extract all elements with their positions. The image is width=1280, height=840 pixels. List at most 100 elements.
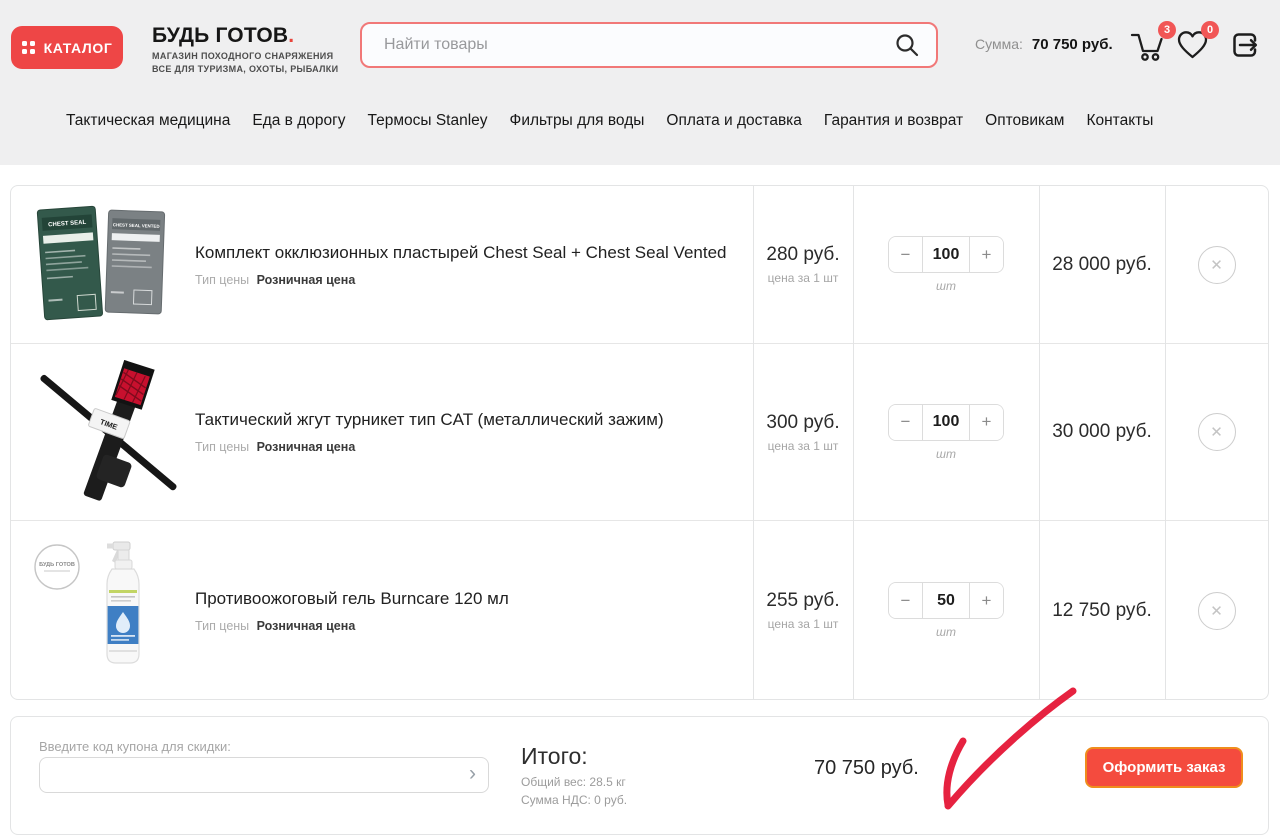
store-logo: БУДЬ ГОТОВ. МАГАЗИН ПОХОДНОГО СНАРЯЖЕНИЯ… [152, 24, 338, 74]
main-nav: Тактическая медицина Еда в дорогу Термос… [66, 112, 1153, 130]
login-button[interactable] [1229, 29, 1261, 64]
nav-item-contacts[interactable]: Контакты [1086, 112, 1153, 130]
site-header: КАТАЛОГ БУДЬ ГОТОВ. МАГАЗИН ПОХОДНОГО СН… [0, 0, 1280, 165]
nav-item-warranty[interactable]: Гарантия и возврат [824, 112, 963, 130]
product-image-burncare: БУДЬ ГОТОВ [29, 538, 179, 683]
store-name: БУДЬ ГОТОВ. [152, 24, 338, 48]
coupon-input[interactable] [40, 767, 469, 783]
unit-price-note: цена за 1 шт [753, 617, 853, 631]
quantity-unit: шт [936, 447, 956, 461]
product-title[interactable]: Тактический жгут турникет тип CAT (метал… [195, 410, 664, 430]
coupon-label: Введите код купона для скидки: [39, 739, 231, 754]
increase-qty-button[interactable]: + [970, 405, 1003, 440]
cart-row-chest-seal: CHEST SEAL CHEST SEAL VENTED [11, 186, 1268, 344]
product-cell: БУДЬ ГОТОВ [11, 538, 753, 683]
nav-item-thermos[interactable]: Термосы Stanley [368, 112, 488, 130]
quantity-input[interactable] [922, 237, 970, 272]
price-type-value: Розничная цена [257, 619, 356, 633]
unit-price-cell: 280 руб. цена за 1 шт [753, 244, 853, 285]
remove-cell: ✕ [1165, 592, 1268, 630]
row-total: 30 000 руб. [1039, 421, 1165, 443]
grid-menu-icon [22, 41, 35, 54]
price-type-label: Тип цены [195, 273, 249, 287]
sum-value: 70 750 руб. [1032, 36, 1113, 53]
unit-price-cell: 255 руб. цена за 1 шт [753, 590, 853, 631]
column-divider [753, 186, 754, 699]
checkout-button[interactable]: Оформить заказ [1085, 747, 1243, 788]
sum-label: Сумма: [975, 36, 1023, 52]
remove-item-button[interactable]: ✕ [1198, 246, 1236, 284]
product-info: Тактический жгут турникет тип CAT (метал… [195, 410, 664, 454]
quantity-unit: шт [936, 625, 956, 639]
product-cell: TIME Тактический жгут турникет тип CAT (… [11, 360, 753, 505]
store-tagline-1: МАГАЗИН ПОХОДНОГО СНАРЯЖЕНИЯ [152, 51, 338, 61]
cart-button[interactable]: 3 [1130, 29, 1166, 66]
catalog-button[interactable]: КАТАЛОГ [11, 26, 123, 69]
grand-total: 70 750 руб. [814, 757, 919, 780]
decrease-qty-button[interactable]: − [889, 405, 922, 440]
product-image-cat-tourniquet: TIME [29, 360, 179, 505]
product-info: Противоожоговый гель Burncare 120 мл Тип… [195, 589, 509, 633]
nav-item-food[interactable]: Еда в дорогу [252, 112, 345, 130]
product-info: Комплект окклюзионных пластырей Chest Se… [195, 243, 726, 287]
cart-footer: Введите код купона для скидки: › Итого: … [10, 716, 1269, 835]
unit-price: 255 руб. [753, 590, 853, 612]
coupon-submit-button[interactable]: › [469, 763, 488, 787]
quantity-cell: − + шт [853, 404, 1039, 461]
quantity-cell: − + шт [853, 236, 1039, 293]
product-cell: CHEST SEAL CHEST SEAL VENTED [11, 200, 753, 330]
quantity-input[interactable] [922, 583, 970, 618]
decrease-qty-button[interactable]: − [889, 237, 922, 272]
price-type-line: Тип цены Розничная цена [195, 273, 726, 287]
decrease-qty-button[interactable]: − [889, 583, 922, 618]
store-tagline-2: ВСЕ ДЛЯ ТУРИЗМА, ОХОТЫ, РЫБАЛКИ [152, 64, 338, 74]
cart-row-burncare: БУДЬ ГОТОВ [11, 521, 1268, 700]
logo-dot: . [288, 24, 294, 47]
totals-block: Итого: Общий вес: 28.5 кг Сумма НДС: 0 р… [521, 743, 627, 809]
remove-item-button[interactable]: ✕ [1198, 592, 1236, 630]
quantity-stepper: − + [888, 404, 1004, 441]
product-title[interactable]: Противоожоговый гель Burncare 120 мл [195, 589, 509, 609]
remove-cell: ✕ [1165, 246, 1268, 284]
row-total: 28 000 руб. [1039, 254, 1165, 276]
price-type-line: Тип цены Розничная цена [195, 440, 664, 454]
cart-table: CHEST SEAL CHEST SEAL VENTED [10, 185, 1269, 700]
quantity-stepper: − + [888, 236, 1004, 273]
price-type-label: Тип цены [195, 619, 249, 633]
search-input[interactable] [382, 35, 892, 55]
search-button[interactable] [892, 30, 922, 60]
search-icon [894, 32, 920, 58]
quantity-stepper: − + [888, 582, 1004, 619]
remove-cell: ✕ [1165, 413, 1268, 451]
nav-item-payment-delivery[interactable]: Оплата и доставка [666, 112, 802, 130]
remove-item-button[interactable]: ✕ [1198, 413, 1236, 451]
nav-item-water-filters[interactable]: Фильтры для воды [510, 112, 645, 130]
cart-count-badge: 3 [1158, 21, 1176, 39]
price-type-label: Тип цены [195, 440, 249, 454]
unit-price-note: цена за 1 шт [753, 439, 853, 453]
price-type-value: Розничная цена [257, 440, 356, 454]
column-divider [1165, 186, 1166, 699]
unit-price-note: цена за 1 шт [753, 271, 853, 285]
quantity-unit: шт [936, 279, 956, 293]
favorites-button[interactable]: 0 [1176, 29, 1209, 64]
increase-qty-button[interactable]: + [970, 583, 1003, 618]
cart-summary: Сумма: 70 750 руб. [975, 36, 1113, 53]
total-weight: Общий вес: 28.5 кг [521, 774, 627, 791]
row-total: 12 750 руб. [1039, 600, 1165, 622]
catalog-button-label: КАТАЛОГ [44, 40, 113, 56]
quantity-input[interactable] [922, 405, 970, 440]
nav-item-tactical-medicine[interactable]: Тактическая медицина [66, 112, 230, 130]
unit-price: 300 руб. [753, 412, 853, 434]
nav-item-wholesale[interactable]: Оптовикам [985, 112, 1064, 130]
increase-qty-button[interactable]: + [970, 237, 1003, 272]
column-divider [853, 186, 854, 699]
login-icon [1229, 29, 1261, 61]
product-title[interactable]: Комплект окклюзионных пластырей Chest Se… [195, 243, 726, 263]
price-type-value: Розничная цена [257, 273, 356, 287]
quantity-cell: − + шт [853, 582, 1039, 639]
watermark-badge-label: БУДЬ ГОТОВ [39, 562, 75, 568]
column-divider [1039, 186, 1040, 699]
unit-price-cell: 300 руб. цена за 1 шт [753, 412, 853, 453]
favorites-count-badge: 0 [1201, 21, 1219, 39]
